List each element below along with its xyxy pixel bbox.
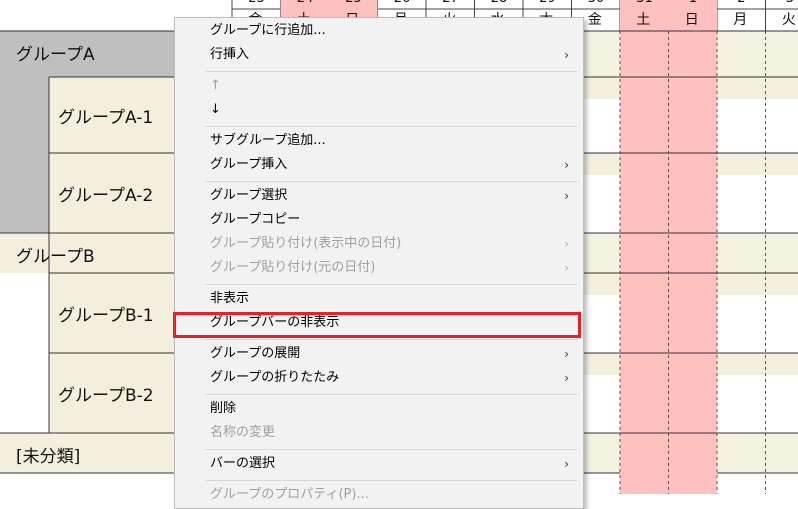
group-label: [未分類] (16, 447, 81, 467)
menu-item-label: バーの選択 (210, 456, 276, 471)
menu-separator (205, 339, 578, 340)
date-weekday-label: 火 (781, 12, 796, 28)
menu-separator (205, 480, 578, 481)
menu-item-label: 行挿入 (210, 47, 250, 62)
group-label: グループB (16, 247, 95, 267)
menu-separator (205, 71, 578, 72)
chevron-right-icon: › (564, 261, 569, 275)
menu-item: 名称の変更 (175, 422, 581, 444)
menu-item[interactable]: 行挿入 › (175, 44, 581, 66)
date-day-label: 1 (689, 0, 697, 6)
menu-item[interactable]: グループバーの非表示 (175, 312, 581, 334)
menu-item[interactable]: 削除 (175, 398, 581, 420)
menu-separator (205, 284, 578, 285)
subgroup-label: グループA-1 (58, 108, 154, 128)
menu-item-label: サブグループ追加... (210, 133, 326, 148)
date-day-label: 28 (491, 0, 508, 6)
menu-item: グループ貼り付け(表示中の日付) › (175, 233, 581, 255)
menu-item-label: グループの折りたたみ (210, 370, 340, 385)
date-day-label: 27 (442, 0, 459, 6)
date-day-label: 24 (297, 0, 314, 6)
date-day-label: 26 (394, 0, 411, 6)
weekend-column (620, 0, 669, 494)
menu-item: グループのプロパティ(P)... (175, 484, 581, 506)
menu-separator (205, 394, 578, 395)
date-day-label: 23 (248, 0, 265, 6)
date-day-label: 2 (737, 0, 745, 6)
subgroup-label: グループA-2 (58, 186, 154, 206)
menu-item: ↑ (175, 75, 581, 97)
chevron-right-icon: › (564, 237, 569, 251)
menu-item-label: 非表示 (210, 291, 250, 306)
date-day-label: 25 (345, 0, 362, 6)
menu-item[interactable]: 非表示 (175, 288, 581, 310)
menu-item-label: 削除 (210, 401, 237, 416)
subgroup-label: グループB-1 (58, 306, 154, 326)
menu-item-label: グループの展開 (210, 346, 301, 361)
menu-item-label: ↓ (210, 102, 221, 117)
group-a-indent (0, 77, 49, 233)
menu-item[interactable]: グループの展開 › (175, 343, 581, 365)
menu-item-label: グループ挿入 (210, 157, 288, 172)
menu-item-label: グループ貼り付け(表示中の日付) (210, 236, 402, 251)
menu-separator (205, 449, 578, 450)
chevron-right-icon: › (564, 457, 569, 471)
menu-item-label: 名称の変更 (210, 425, 276, 440)
menu-item[interactable]: グループに行追加... (175, 20, 581, 42)
menu-item[interactable]: グループ選択 › (175, 185, 581, 207)
date-weekday-label: 金 (587, 12, 602, 28)
menu-separator (205, 181, 578, 182)
subgroup-label: グループB-2 (58, 386, 154, 406)
menu-item-label: ↑ (210, 78, 221, 93)
menu-item[interactable]: バーの選択 › (175, 453, 581, 475)
date-day-label: 29 (539, 0, 556, 6)
date-weekday-label: 月 (733, 12, 748, 28)
menu-separator (205, 126, 578, 127)
date-day-label: 30 (588, 0, 605, 6)
group-label: グループA (16, 45, 95, 65)
menu-item: グループ貼り付け(元の日付) › (175, 257, 581, 279)
chevron-right-icon: › (564, 189, 569, 203)
date-day-label: 31 (636, 0, 653, 6)
menu-item-label: グループコピー (210, 212, 301, 227)
chevron-right-icon: › (564, 158, 569, 172)
date-weekday-label: 日 (684, 12, 699, 28)
chevron-right-icon: › (564, 371, 569, 385)
menu-item[interactable]: グループ挿入 › (175, 154, 581, 176)
chevron-right-icon: › (564, 48, 569, 62)
menu-item-label: グループバーの非表示 (210, 315, 340, 330)
menu-item[interactable]: グループコピー (175, 209, 581, 231)
group-b-indent (0, 273, 49, 433)
menu-item[interactable]: グループの折りたたみ › (175, 367, 581, 389)
menu-item-label: グループ選択 (210, 188, 288, 203)
menu-item[interactable]: サブグループ追加... (175, 130, 581, 152)
date-day-label: 3 (786, 0, 794, 6)
menu-item-label: グループに行追加... (210, 23, 326, 38)
date-weekday-label: 土 (636, 12, 651, 28)
chevron-right-icon: › (564, 347, 569, 361)
menu-item[interactable]: ↓ (175, 99, 581, 121)
menu-item-label: グループのプロパティ(P)... (210, 487, 369, 502)
context-menu: グループに行追加... 行挿入 › ↑ ↓ サブグループ追加... グループ挿入 › グループ選… (174, 17, 584, 509)
weekend-column (668, 0, 717, 494)
menu-item-label: グループ貼り付け(元の日付) (210, 260, 376, 275)
